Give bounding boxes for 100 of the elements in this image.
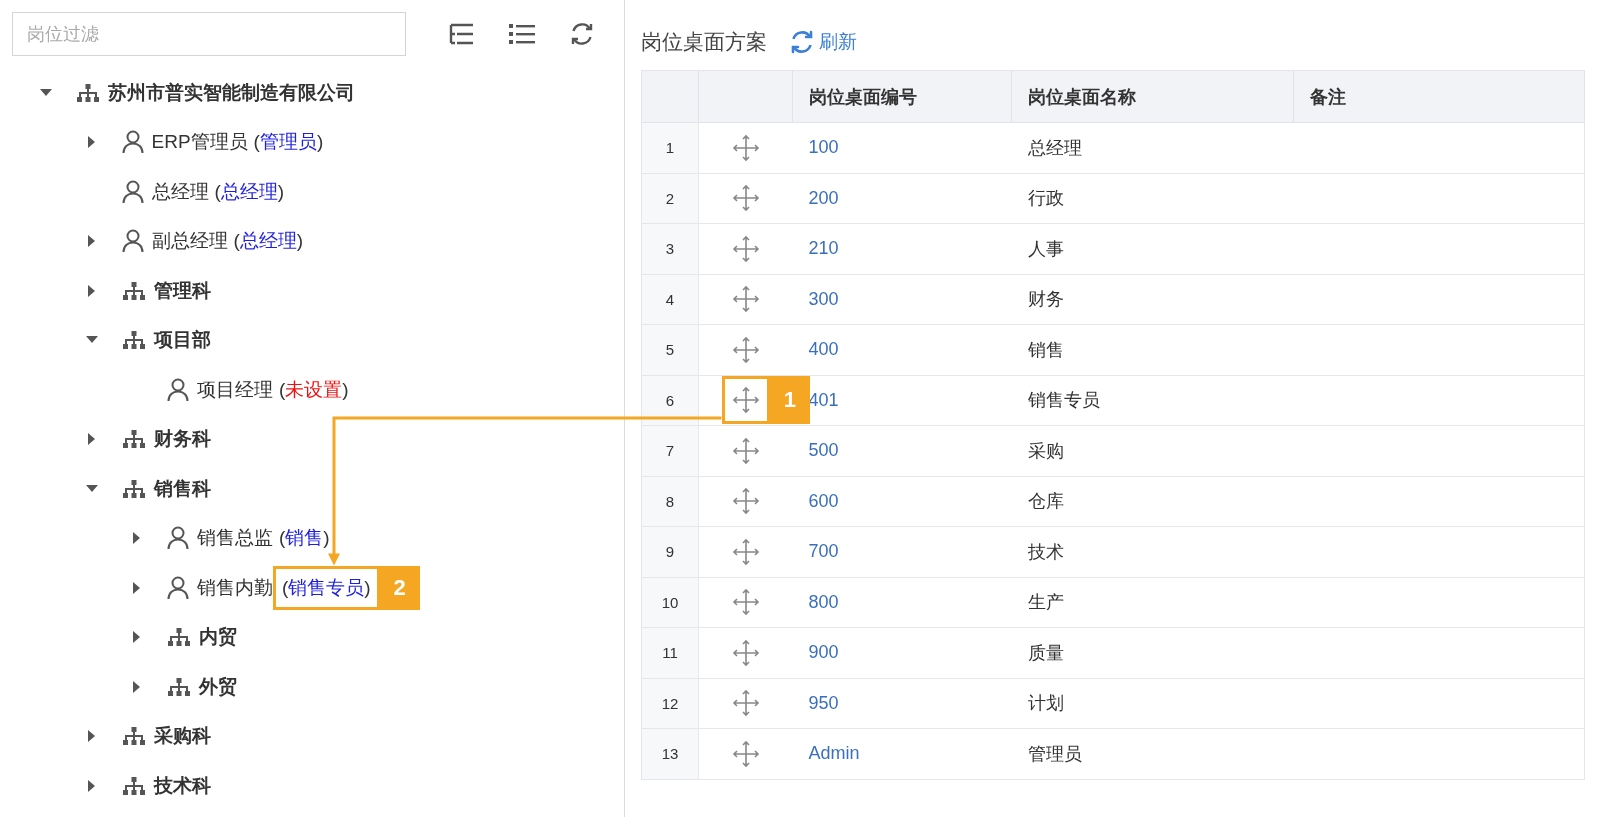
row-number: 12 (641, 678, 699, 729)
reload-button[interactable] (569, 21, 595, 47)
desk-code: 950 (792, 678, 1012, 729)
tree-view-button[interactable] (449, 22, 475, 46)
expand-caret-icon[interactable] (87, 730, 96, 743)
position-label[interactable]: 销售内勤 (197, 574, 273, 601)
desk-code: 100 (792, 122, 1012, 173)
column-header[interactable]: 岗位桌面编号 (792, 70, 1012, 123)
desk-name: 总经理 (1011, 122, 1294, 173)
role-label: (总经理) (233, 229, 304, 254)
role-label: (管理员) (253, 130, 324, 155)
refresh-icon (789, 29, 815, 55)
expand-caret-icon[interactable] (87, 779, 96, 792)
department-label[interactable]: 苏州市普实智能制造有限公司 (108, 79, 355, 106)
move-handle-icon[interactable] (730, 233, 761, 264)
department-label[interactable]: 外贸 (199, 673, 237, 700)
row-number: 10 (641, 577, 699, 628)
expand-caret-icon[interactable] (87, 433, 96, 446)
role-label: (销售专员) (273, 565, 380, 610)
desk-code: 900 (792, 627, 1012, 678)
expand-caret-icon[interactable] (87, 136, 96, 149)
org-chart-icon (167, 627, 191, 648)
desk-name: 仓库 (1011, 476, 1294, 527)
department-label[interactable]: 技术科 (153, 772, 211, 799)
department-label[interactable]: 财务科 (153, 426, 211, 453)
callout-badge: 2 (379, 565, 420, 610)
row-number: 1 (641, 122, 699, 173)
collapse-caret-icon[interactable] (85, 484, 98, 493)
move-handle-icon[interactable] (730, 132, 761, 163)
org-chart-icon (121, 478, 146, 499)
filter-field[interactable]: 岗位过滤 (12, 12, 406, 56)
org-chart-icon (76, 82, 100, 103)
desk-name: 质量 (1011, 627, 1294, 678)
expand-caret-icon[interactable] (133, 680, 141, 693)
move-handle-icon[interactable] (730, 637, 761, 668)
list-icon (509, 23, 535, 45)
move-handle-icon[interactable] (730, 183, 761, 214)
person-icon (121, 179, 144, 204)
list-view-button[interactable] (509, 23, 535, 45)
row-number: 13 (641, 728, 699, 779)
desk-name: 采购 (1011, 425, 1294, 476)
desk-name: 管理员 (1011, 728, 1294, 779)
department-label[interactable]: 销售科 (153, 475, 211, 502)
move-handle-icon[interactable] (730, 486, 761, 517)
desk-name: 销售专员 (1011, 375, 1294, 426)
desk-code: 600 (792, 476, 1012, 527)
desk-name: 销售 (1011, 324, 1294, 375)
row-number: 11 (641, 627, 699, 678)
column-header[interactable]: 岗位桌面名称 (1011, 70, 1294, 123)
org-chart-icon (121, 775, 146, 796)
desk-name: 财务 (1011, 274, 1294, 325)
move-handle-icon[interactable] (730, 738, 761, 769)
org-chart-icon (167, 676, 191, 697)
position-label[interactable]: 项目经理 (197, 376, 273, 403)
callout-frame (721, 376, 770, 425)
role-label: (总经理) (214, 179, 285, 204)
move-handle-icon[interactable] (730, 587, 761, 618)
refresh-button[interactable]: 刷新 (789, 29, 857, 55)
move-handle-icon[interactable] (730, 435, 761, 466)
department-label[interactable]: 项目部 (153, 327, 211, 354)
desk-code: 300 (792, 274, 1012, 325)
person-icon (121, 130, 144, 155)
org-chart-icon (121, 330, 146, 351)
move-handle-icon[interactable] (730, 284, 761, 315)
expand-caret-icon[interactable] (87, 284, 96, 297)
collapse-caret-icon[interactable] (85, 336, 98, 345)
move-handle-icon[interactable] (730, 334, 761, 365)
expand-caret-icon[interactable] (133, 532, 141, 545)
position-label[interactable]: ERP管理员 (151, 129, 248, 156)
department-label[interactable]: 内贸 (199, 624, 237, 651)
position-label[interactable]: 总经理 (151, 178, 209, 205)
row-number: 9 (641, 526, 699, 577)
move-handle-icon[interactable] (730, 385, 761, 416)
position-label[interactable]: 销售总监 (197, 525, 273, 552)
person-icon (167, 526, 189, 551)
expand-caret-icon[interactable] (133, 581, 141, 594)
move-handle-icon[interactable] (730, 536, 761, 567)
role-label: (销售) (279, 526, 330, 551)
person-icon (167, 575, 189, 600)
department-label[interactable]: 管理科 (153, 277, 211, 304)
desk-name: 行政 (1011, 173, 1294, 224)
org-chart-icon (121, 280, 146, 301)
department-label[interactable]: 采购科 (153, 723, 211, 750)
expand-caret-icon[interactable] (133, 631, 141, 644)
role-label: (未设置) (279, 377, 349, 402)
refresh-icon (569, 21, 595, 47)
row-number: 4 (641, 274, 699, 325)
panel-title: 岗位桌面方案 (641, 29, 767, 55)
person-icon (167, 377, 189, 402)
person-icon (121, 229, 144, 254)
collapse-caret-icon[interactable] (40, 88, 52, 97)
org-chart-icon (121, 726, 146, 747)
desk-code: 800 (792, 577, 1012, 628)
move-handle-icon[interactable] (730, 688, 761, 719)
column-header[interactable]: 备注 (1293, 70, 1585, 123)
row-number: 7 (641, 425, 699, 476)
desk-code: 500 (792, 425, 1012, 476)
expand-caret-icon[interactable] (87, 235, 96, 248)
row-number: 3 (641, 223, 699, 274)
position-label[interactable]: 副总经理 (151, 228, 228, 255)
